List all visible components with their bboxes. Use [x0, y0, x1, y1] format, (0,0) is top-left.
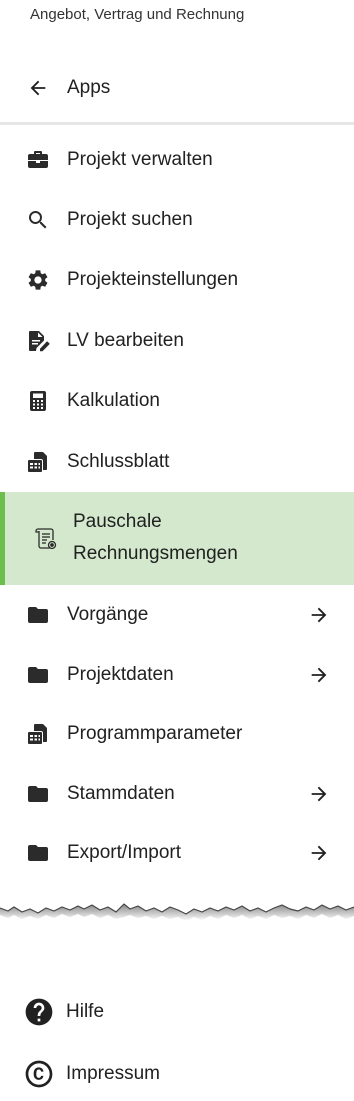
menu-item-export-import[interactable]: Export/Import [0, 823, 354, 883]
menu-item-label: Pauschale Rechnungsmengen [73, 492, 238, 585]
menu-item-label: Projekt suchen [67, 209, 193, 230]
menu-item-label: Vorgänge [67, 604, 149, 625]
menu-item-label-line1: Pauschale [73, 511, 162, 532]
briefcase-icon [26, 148, 50, 172]
menu-item-label: Programmparameter [67, 723, 243, 744]
menu-item-stammdaten[interactable]: Stammdaten [0, 764, 354, 824]
menu-item-label: Stammdaten [67, 783, 175, 804]
scroll-document-icon [33, 526, 57, 550]
help-link[interactable]: Hilfe [0, 990, 354, 1034]
menu-item-programmparameter[interactable]: Programmparameter [0, 704, 354, 764]
app-subtitle: Angebot, Vertrag und Rechnung [30, 6, 245, 23]
impressum-label: Impressum [66, 1063, 160, 1084]
menu-item-label: Projekt verwalten [67, 149, 213, 170]
menu-item-projekt-verwalten[interactable]: Projekt verwalten [0, 130, 354, 190]
arrow-right-icon[interactable] [307, 664, 331, 686]
menu-item-pauschale-rechnungsmengen[interactable]: Pauschale Rechnungsmengen [0, 492, 354, 585]
menu-item-label: Export/Import [67, 842, 182, 863]
menu-item-schlussblatt[interactable]: Schlussblatt [0, 432, 354, 492]
folder-icon [26, 663, 50, 687]
arrow-left-icon [27, 77, 49, 99]
spreadsheet-icon [26, 450, 50, 474]
calculator-icon [26, 389, 50, 413]
arrow-right-icon[interactable] [307, 783, 331, 805]
menu-item-projekteinstellungen[interactable]: Projekteinstellungen [0, 250, 354, 310]
menu-item-vorgaenge[interactable]: Vorgänge [0, 585, 354, 645]
menu-item-label: LV bearbeiten [67, 330, 184, 351]
menu-item-label-line2: Rechnungsmengen [73, 543, 238, 564]
gear-icon [26, 268, 50, 292]
folder-icon [26, 841, 50, 865]
menu-item-label: Schlussblatt [67, 451, 170, 472]
help-circle-icon [23, 996, 55, 1028]
search-icon [26, 208, 50, 232]
menu-item-kalkulation[interactable]: Kalkulation [0, 371, 354, 431]
folder-icon [26, 782, 50, 806]
arrow-right-icon[interactable] [307, 604, 331, 626]
divider [0, 122, 354, 125]
copyright-icon [23, 1058, 55, 1090]
folder-icon [26, 603, 50, 627]
menu-item-label: Projekteinstellungen [67, 269, 239, 290]
back-label: Apps [67, 77, 111, 98]
menu-item-label: Projektdaten [67, 664, 174, 685]
menu-item-projekt-suchen[interactable]: Projekt suchen [0, 190, 354, 250]
menu-item-projektdaten[interactable]: Projektdaten [0, 645, 354, 705]
help-label: Hilfe [66, 1001, 105, 1022]
menu-item-label: Kalkulation [67, 390, 160, 411]
edit-document-icon [26, 329, 50, 353]
menu-item-lv-bearbeiten[interactable]: LV bearbeiten [0, 311, 354, 371]
spreadsheet-icon [26, 722, 50, 746]
arrow-right-icon[interactable] [307, 842, 331, 864]
back-to-apps-button[interactable]: Apps [0, 70, 354, 106]
impressum-link[interactable]: Impressum [0, 1052, 354, 1096]
torn-edge-divider [0, 890, 354, 930]
